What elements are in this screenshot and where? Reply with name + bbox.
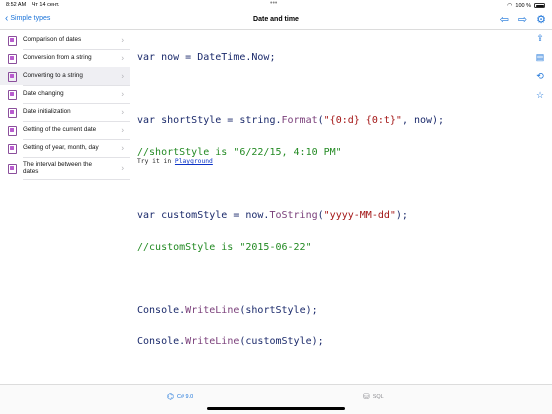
code-token: , now); <box>401 115 445 127</box>
code-method: Format <box>281 115 318 127</box>
sidebar-item-getting-current-date[interactable]: Getting of the current date › <box>0 121 130 139</box>
chevron-right-icon: › <box>121 53 124 63</box>
code-method: ToString <box>269 209 318 221</box>
calendar-icon <box>8 36 17 46</box>
tab-label: SQL <box>372 393 384 400</box>
code-comment: //customStyle is "2015-06-22" <box>137 241 312 253</box>
sidebar-item-getting-year-month-day[interactable]: Getting of year, month, day › <box>0 139 130 157</box>
battery-percent: 100 % <box>515 2 531 9</box>
sidebar-item-date-changing[interactable]: Date changing › <box>0 85 130 103</box>
sidebar: Comparison of dates › Conversion from a … <box>0 31 130 179</box>
next-arrow-icon[interactable]: ⇨ <box>518 14 527 26</box>
code-token: var customStyle = now. <box>137 209 270 221</box>
code-string: "yyyy-MM-dd" <box>323 209 396 221</box>
battery-icon <box>534 3 545 8</box>
code-token: Console. <box>137 336 186 348</box>
status-time: 8:52 AM <box>6 2 27 8</box>
right-toolbar: ⇪ ▤ ⟲ ☆ <box>534 33 546 101</box>
calendar-icon <box>8 144 17 154</box>
calendar-icon <box>8 90 17 100</box>
chevron-right-icon: › <box>121 89 124 99</box>
try-it-line: Try it in Playground <box>137 158 213 165</box>
sidebar-item-label: Converting to a string <box>23 72 83 80</box>
sidebar-item-converting-to-string[interactable]: Converting to a string › <box>0 67 130 85</box>
code-gap <box>137 85 527 95</box>
code-token: (shortStyle); <box>239 304 318 316</box>
sidebar-item-label: Conversion from a string <box>23 54 92 62</box>
chevron-right-icon: › <box>121 107 124 117</box>
page-title: Date and time <box>253 16 299 23</box>
code-token: var now = DateTime.Now; <box>137 52 276 64</box>
sidebar-item-label: Date initialization <box>23 108 71 116</box>
calendar-icon <box>8 164 17 174</box>
nav-actions: ⇦ ⇨ ⚙ <box>500 14 546 26</box>
gear-icon[interactable]: ⚙ <box>536 14 546 26</box>
code-token: Console. <box>137 304 186 316</box>
code-gap <box>137 274 527 284</box>
calendar-icon <box>8 54 17 64</box>
star-icon[interactable]: ☆ <box>536 90 544 101</box>
sidebar-item-label: Comparison of dates <box>23 36 82 44</box>
sidebar-item-label: The interval between the dates <box>23 160 92 176</box>
nav-bar: ‹ Simple types Date and time ⇦ ⇨ ⚙ <box>0 11 552 30</box>
code-token: (customStyle); <box>239 336 324 348</box>
code-method: WriteLine <box>185 336 240 348</box>
previous-arrow-icon[interactable]: ⇦ <box>500 14 509 26</box>
status-left: 8:52 AM Чт 14 сент. <box>6 2 63 8</box>
sidebar-item-comparison-of-dates[interactable]: Comparison of dates › <box>0 31 130 49</box>
chevron-right-icon: › <box>121 163 124 173</box>
tab-csharp[interactable]: ⌬ C# 9.0 <box>167 392 193 401</box>
status-bar: 8:52 AM Чт 14 сент. ••• ◠ 100 % <box>0 0 552 11</box>
tab-sql[interactable]: ⛁ SQL <box>363 392 384 401</box>
chevron-right-icon: › <box>121 143 124 153</box>
code-token: var shortStyle = string. <box>137 115 282 127</box>
sidebar-toggle-icon[interactable]: ▤ <box>536 52 545 63</box>
code-line: var customStyle = now.ToString("yyyy-MM-… <box>137 209 527 222</box>
code-line: Console.WriteLine(shortStyle); <box>137 304 527 317</box>
code-gap <box>137 180 527 190</box>
code-method: WriteLine <box>185 304 240 316</box>
sidebar-item-interval-between-dates[interactable]: The interval between the dates › <box>0 157 130 179</box>
status-date: Чт 14 сент. <box>31 2 60 8</box>
code-line: var shortStyle = string.Format("{0:d} {0… <box>137 115 527 127</box>
calendar-icon <box>8 72 17 82</box>
sidebar-item-conversion-from-string[interactable]: Conversion from a string › <box>0 49 130 67</box>
chevron-right-icon: › <box>121 35 124 45</box>
calendar-icon <box>8 126 17 136</box>
calendar-icon <box>8 108 17 118</box>
csharp-icon: ⌬ <box>167 392 174 401</box>
status-right: ◠ 100 % <box>507 2 545 9</box>
tab-label: C# 9.0 <box>176 393 194 400</box>
code-comment: //shortStyle is "6/22/15, 4:10 PM" <box>137 146 342 158</box>
sidebar-item-label: Getting of year, month, day <box>23 144 99 152</box>
multitasking-dots-icon[interactable]: ••• <box>270 0 277 7</box>
try-it-prefix: Try it in <box>137 158 175 165</box>
chevron-right-icon: › <box>121 125 124 135</box>
refresh-icon[interactable]: ⟲ <box>536 71 544 82</box>
code-string: "{0:d} {0:t}" <box>323 115 402 127</box>
sidebar-item-date-initialization[interactable]: Date initialization › <box>0 103 130 121</box>
wifi-icon: ◠ <box>507 3 513 9</box>
code-token: ); <box>395 209 408 221</box>
database-icon: ⛁ <box>363 392 370 401</box>
share-icon[interactable]: ⇪ <box>536 33 544 44</box>
playground-link[interactable]: Playground <box>175 158 213 165</box>
code-block: var now = DateTime.Now; var shortStyle =… <box>137 32 527 359</box>
sidebar-item-label: Getting of the current date <box>23 126 97 134</box>
home-indicator[interactable] <box>207 407 345 410</box>
chevron-right-icon: › <box>121 71 124 81</box>
code-line: var now = DateTime.Now; <box>137 52 527 64</box>
sidebar-item-label: Date changing <box>23 90 64 98</box>
code-line: Console.WriteLine(customStyle); <box>137 337 527 348</box>
separator <box>23 178 130 179</box>
